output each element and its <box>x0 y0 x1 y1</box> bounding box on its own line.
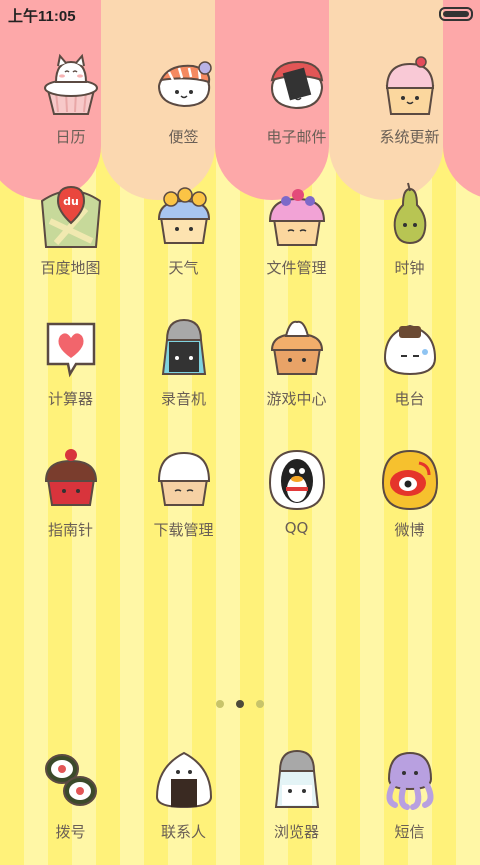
app-label: 游戏中心 <box>266 390 327 408</box>
app-game-center[interactable]: 游戏中心 <box>240 312 353 432</box>
svg-text:du: du <box>63 195 79 208</box>
app-clock[interactable]: 时钟 <box>353 181 466 301</box>
app-weather[interactable]: 天气 <box>127 181 240 301</box>
app-email[interactable]: 电子邮件 <box>240 50 353 170</box>
app-label: 便签 <box>168 128 199 146</box>
penguin-icon <box>262 443 332 513</box>
app-calendar[interactable]: 日历 <box>14 50 127 170</box>
app-file-manager[interactable]: 文件管理 <box>240 181 353 301</box>
app-label: 联系人 <box>160 823 206 841</box>
dock-browser[interactable]: 浏览器 <box>240 745 353 865</box>
app-label: 浏览器 <box>273 823 319 841</box>
app-label: 百度地图 <box>40 259 101 277</box>
page-dot-active[interactable] <box>236 700 244 708</box>
cream-cupcake-icon <box>262 312 332 382</box>
app-label: 文件管理 <box>266 259 327 277</box>
app-label: 下载管理 <box>153 521 214 539</box>
app-notes[interactable]: 便签 <box>127 50 240 170</box>
salmon-sushi-icon <box>262 50 332 120</box>
app-qq[interactable]: QQ <box>240 443 353 563</box>
app-label: 短信 <box>394 823 425 841</box>
vanilla-cupcake-icon <box>149 443 219 513</box>
app-compass[interactable]: 指南针 <box>14 443 127 563</box>
pepper-shaker-icon <box>149 312 219 382</box>
dock-messages[interactable]: 短信 <box>353 745 466 865</box>
map-cupcake-icon: du <box>36 181 106 251</box>
app-system-update[interactable]: 系统更新 <box>353 50 466 170</box>
cherry-cake-icon <box>36 443 106 513</box>
pear-icon <box>375 181 445 251</box>
app-label: 天气 <box>168 259 199 277</box>
strawberry-cupcake-icon <box>375 50 445 120</box>
sushi-roll-icon <box>36 745 106 815</box>
weibo-icon <box>375 443 445 513</box>
app-label: 微博 <box>394 521 425 539</box>
app-label: 电台 <box>394 390 425 408</box>
cat-cupcake-icon <box>36 50 106 120</box>
app-calculator[interactable]: 计算器 <box>14 312 127 432</box>
app-label: 系统更新 <box>379 128 440 146</box>
onigiri-icon <box>375 312 445 382</box>
app-label: 拨号 <box>55 823 86 841</box>
app-label: 计算器 <box>47 390 93 408</box>
app-label: 指南针 <box>47 521 93 539</box>
app-label: 日历 <box>55 128 86 146</box>
shrimp-sushi-icon <box>149 50 219 120</box>
battery-icon <box>439 7 473 21</box>
app-weibo[interactable]: 微博 <box>353 443 466 563</box>
heart-card-icon <box>36 312 106 382</box>
dock-dialer[interactable]: 拨号 <box>14 745 127 865</box>
page-dot[interactable] <box>256 700 264 708</box>
page-indicator[interactable] <box>0 698 480 710</box>
dock-contacts[interactable]: 联系人 <box>127 745 240 865</box>
octopus-icon <box>375 745 445 815</box>
onigiri-nori-icon <box>149 745 219 815</box>
app-recorder[interactable]: 录音机 <box>127 312 240 432</box>
status-time: 上午11:05 <box>8 8 76 25</box>
berry-cupcake-icon <box>262 181 332 251</box>
page-dot[interactable] <box>216 700 224 708</box>
app-radio[interactable]: 电台 <box>353 312 466 432</box>
app-label: QQ <box>284 519 309 537</box>
salt-shaker-icon <box>262 745 332 815</box>
status-bar: 上午11:05 <box>0 0 480 28</box>
app-label: 时钟 <box>394 259 425 277</box>
app-label: 录音机 <box>160 390 206 408</box>
lemon-cupcake-icon <box>149 181 219 251</box>
app-label: 电子邮件 <box>266 128 327 146</box>
app-download-manager[interactable]: 下载管理 <box>127 443 240 563</box>
app-baidu-map[interactable]: du 百度地图 <box>14 181 127 301</box>
